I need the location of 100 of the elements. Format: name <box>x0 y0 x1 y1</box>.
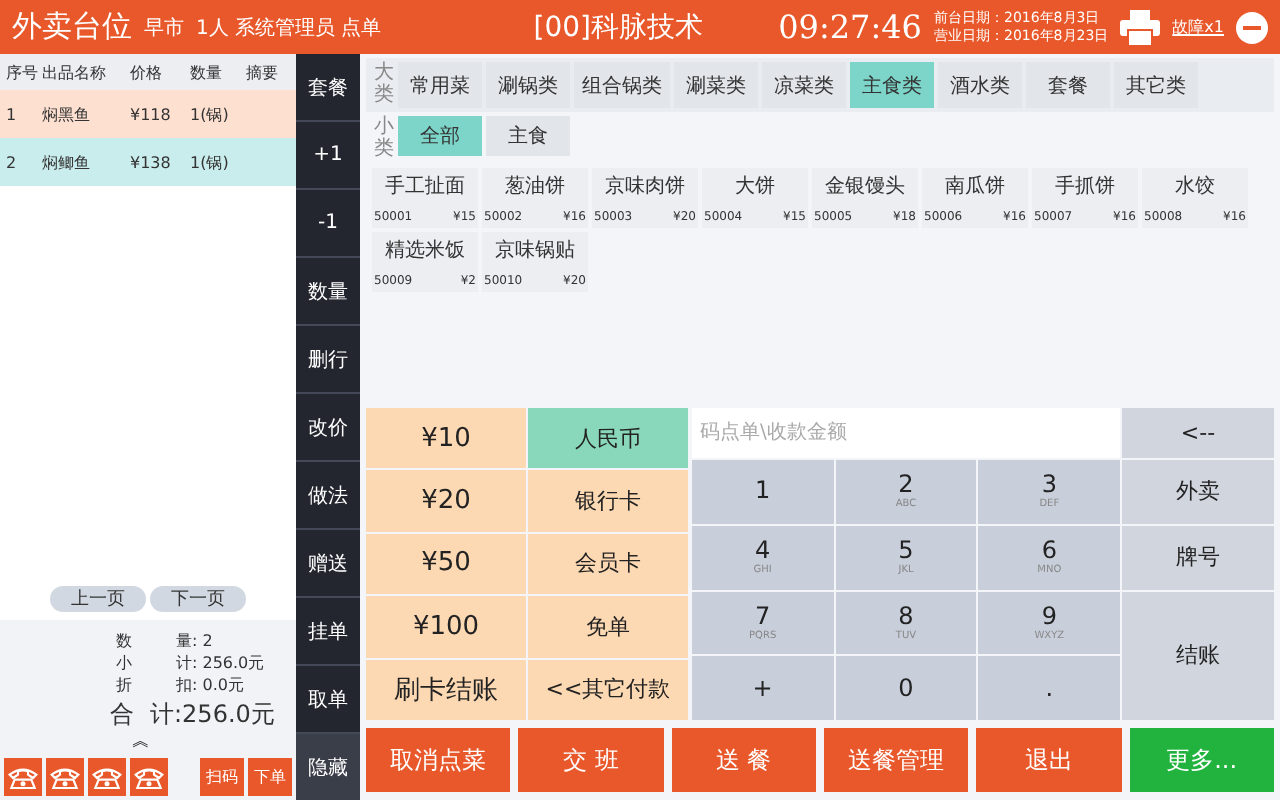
dish-name: 京味肉饼 <box>603 173 687 200</box>
dish-name: 葱油饼 <box>503 173 567 200</box>
side-action-button[interactable]: 赠送 <box>296 530 360 598</box>
order-row[interactable]: 2 焖鲫鱼 ¥138 1(锅) <box>0 138 296 186</box>
dish-name: 大饼 <box>733 173 777 200</box>
side-action-button[interactable]: 数量 <box>296 258 360 326</box>
action-button[interactable]: 退出 <box>976 728 1122 792</box>
payment-method-button[interactable]: 免单 <box>528 596 688 658</box>
side-action-button[interactable]: 删行 <box>296 326 360 394</box>
dish-name: 金银馒头 <box>823 173 907 200</box>
summary-value: : 0.0元 <box>192 674 244 696</box>
keypad-key[interactable]: 1 <box>692 460 834 524</box>
column-header: 序号 <box>4 61 40 83</box>
user-info: 1人 系统管理员 点单 <box>196 15 382 41</box>
side-action-button[interactable]: 改价 <box>296 394 360 462</box>
dish-name: 手工扯面 <box>383 173 467 200</box>
company-name: [00]科脉技术 <box>533 9 703 45</box>
function-key[interactable]: 牌号 <box>1121 525 1274 589</box>
category-tab[interactable]: 常用菜 <box>398 62 482 108</box>
column-header: 出品名称 <box>42 61 108 83</box>
action-button[interactable]: 送餐管理 <box>823 728 969 792</box>
summary-value: : 2 <box>192 630 213 652</box>
function-key[interactable]: 外卖 <box>1121 460 1274 524</box>
phone-button[interactable] <box>4 758 42 796</box>
category-tab[interactable]: 涮菜类 <box>674 62 758 108</box>
summary-label: 量 <box>176 630 192 652</box>
table-cell-text: 焖黑鱼 <box>42 103 92 125</box>
dish-name: 京味锅贴 <box>493 237 577 264</box>
phone-button[interactable] <box>130 758 168 796</box>
subcategory-label: 小类 <box>374 116 394 160</box>
dish-name: 南瓜饼 <box>943 173 1007 200</box>
summary-label: 扣 <box>176 674 192 696</box>
side-action-button[interactable]: -1 <box>296 190 360 258</box>
dish-name: 水饺 <box>1173 173 1217 200</box>
side-action-button[interactable]: +1 <box>296 122 360 190</box>
function-key[interactable]: <-- <box>1121 408 1274 458</box>
amount-input[interactable]: 码点单\收款金额 <box>692 408 1120 458</box>
summary-value: : 256.0元 <box>192 652 265 674</box>
table-cell-text: 1(锅) <box>190 151 231 173</box>
category-tab[interactable]: 主食类 <box>850 62 934 108</box>
summary-label: 折 <box>116 674 134 696</box>
amount-button[interactable]: ¥50 <box>366 533 526 595</box>
total-label: 计 <box>150 698 174 732</box>
dish-name: 精选米饭 <box>383 237 467 264</box>
amount-button[interactable]: ¥10 <box>366 408 526 469</box>
table-cell-text: 焖鲫鱼 <box>42 151 92 173</box>
amount-button[interactable]: 刷卡结账 <box>366 659 526 720</box>
table-cell-text: ¥138 <box>130 153 173 171</box>
category-label: 大类 <box>374 62 394 108</box>
side-action-button[interactable]: 隐藏 <box>296 734 360 800</box>
expand-toggle[interactable]: ︽ <box>132 732 150 752</box>
summary-label: 小 <box>116 652 134 674</box>
order-row[interactable]: 1 焖黑鱼 ¥118 1(锅) <box>0 90 296 138</box>
table-cell-text: ¥118 <box>130 105 173 123</box>
keypad-key[interactable]: 0 <box>835 656 977 720</box>
function-key[interactable]: 结账 <box>1121 591 1274 720</box>
minus-circle-icon[interactable] <box>1236 11 1268 43</box>
table-cell-text: 2 <box>4 153 19 171</box>
keypad-key[interactable]: . <box>978 656 1120 720</box>
phone-button[interactable] <box>46 758 84 796</box>
category-tab[interactable]: 涮锅类 <box>486 62 570 108</box>
total-value: :256.0元 <box>174 698 275 732</box>
action-button[interactable]: 送 餐 <box>671 728 816 792</box>
total-label: 合 <box>110 698 136 732</box>
column-header: 价格 <box>130 61 164 83</box>
payment-method-button[interactable]: 银行卡 <box>528 470 688 532</box>
side-action-button[interactable]: 套餐 <box>296 54 360 122</box>
category-tab[interactable]: 其它类 <box>1114 62 1198 108</box>
payment-method-button[interactable]: <<其它付款 <box>528 659 688 720</box>
phone-button[interactable] <box>88 758 126 796</box>
page-button[interactable]: 下一页 <box>150 586 246 612</box>
action-button[interactable]: 取消点菜 <box>366 728 511 792</box>
page-button[interactable]: 上一页 <box>50 586 146 612</box>
table-cell-text: 1 <box>4 105 19 123</box>
shift-label: 早市 <box>144 15 184 41</box>
summary-label: 计 <box>176 652 192 674</box>
table-cell-text: 1(锅) <box>190 103 231 125</box>
order-action-button[interactable]: 扫码 <box>200 758 244 796</box>
order-action-button[interactable]: 下单 <box>248 758 292 796</box>
summary-label: 数 <box>116 630 134 652</box>
payment-method-button[interactable]: 人民币 <box>528 408 688 469</box>
dish-name: 手抓饼 <box>1053 173 1117 200</box>
printer-status-link[interactable]: 故障x1 <box>1172 16 1224 38</box>
side-action-button[interactable]: 做法 <box>296 462 360 530</box>
category-tab[interactable]: 组合锅类 <box>574 62 670 108</box>
category-tab[interactable]: 酒水类 <box>938 62 1022 108</box>
category-tab[interactable]: 凉菜类 <box>762 62 846 108</box>
column-header: 数量 <box>190 61 224 83</box>
payment-method-button[interactable]: 会员卡 <box>528 533 688 595</box>
subcategory-tab[interactable]: 主食 <box>486 116 570 156</box>
amount-button[interactable]: ¥20 <box>366 470 526 532</box>
subcategory-tab[interactable]: 全部 <box>398 116 482 156</box>
printer-icon[interactable] <box>1120 9 1161 45</box>
category-tab[interactable]: 套餐 <box>1026 62 1110 108</box>
app-title: 外卖台位 <box>12 8 132 46</box>
keypad-key[interactable]: + <box>692 656 834 720</box>
side-action-button[interactable]: 挂单 <box>296 598 360 666</box>
column-header: 摘要 <box>246 61 280 83</box>
action-button[interactable]: 交 班 <box>518 728 664 792</box>
amount-button[interactable]: ¥100 <box>366 596 526 658</box>
